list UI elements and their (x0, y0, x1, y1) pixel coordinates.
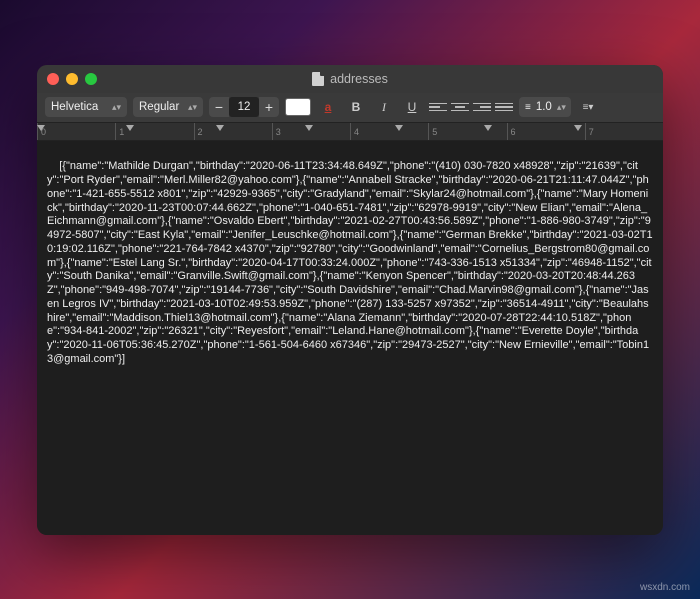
tab-marker[interactable] (395, 125, 403, 131)
ruler-number: 5 (432, 127, 437, 137)
list-style-button[interactable]: ≡▾ (577, 97, 599, 117)
align-left-button[interactable] (429, 100, 447, 114)
tab-marker[interactable] (37, 125, 45, 131)
ruler-tick: 7 (585, 123, 663, 140)
font-size-stepper: − 12 + (209, 97, 279, 117)
alignment-group (429, 100, 513, 114)
tab-marker[interactable] (574, 125, 582, 131)
text-color-button[interactable]: a (317, 97, 339, 117)
italic-button[interactable]: I (373, 97, 395, 117)
font-family-dropdown[interactable]: Helvetica ▴▾ (45, 97, 127, 117)
tab-marker[interactable] (216, 125, 224, 131)
text-color-well[interactable] (285, 98, 311, 116)
ruler[interactable]: 01 2 3 4 5 6 7 (37, 123, 663, 141)
ruler-number: 4 (354, 127, 359, 137)
ruler-tick: 5 (428, 123, 506, 140)
ruler-number: 3 (276, 127, 281, 137)
align-justify-button[interactable] (495, 100, 513, 114)
window-title-text: addresses (330, 72, 388, 86)
line-spacing-value: 1.0 (536, 101, 552, 113)
font-size-increase-button[interactable]: + (259, 97, 279, 117)
window-title: addresses (37, 72, 663, 86)
traffic-lights (47, 73, 97, 85)
close-button[interactable] (47, 73, 59, 85)
chevron-updown-icon: ▴▾ (557, 104, 566, 110)
ruler-number: 2 (198, 127, 203, 137)
format-toolbar: Helvetica ▴▾ Regular ▴▾ − 12 + a B I U ≡… (37, 93, 663, 123)
chevron-updown-icon: ▴▾ (188, 104, 197, 110)
bold-button[interactable]: B (345, 97, 367, 117)
ruler-tick: 0 (37, 123, 115, 140)
minimize-button[interactable] (66, 73, 78, 85)
textedit-window: addresses Helvetica ▴▾ Regular ▴▾ − 12 +… (37, 65, 663, 535)
line-spacing-icon: ≡ (525, 102, 531, 113)
ruler-number: 6 (511, 127, 516, 137)
font-weight-dropdown[interactable]: Regular ▴▾ (133, 97, 203, 117)
underline-button[interactable]: U (401, 97, 423, 117)
font-size-decrease-button[interactable]: − (209, 97, 229, 117)
ruler-number: 1 (119, 127, 124, 137)
watermark-text: wsxdn.com (640, 582, 690, 593)
ruler-tick: 4 (350, 123, 428, 140)
font-size-value[interactable]: 12 (229, 97, 259, 117)
font-family-value: Helvetica (51, 101, 98, 113)
titlebar[interactable]: addresses (37, 65, 663, 93)
tab-marker[interactable] (305, 125, 313, 131)
document-icon (312, 72, 324, 86)
ruler-tick: 2 (194, 123, 272, 140)
chevron-updown-icon: ▴▾ (112, 104, 121, 110)
tab-marker[interactable] (484, 125, 492, 131)
font-weight-value: Regular (139, 101, 179, 113)
ruler-number: 7 (589, 127, 594, 137)
align-center-button[interactable] (451, 100, 469, 114)
tab-marker[interactable] (126, 125, 134, 131)
align-right-button[interactable] (473, 100, 491, 114)
line-spacing-dropdown[interactable]: ≡ 1.0 ▴▾ (519, 97, 571, 117)
document-text-area[interactable]: [{"name":"Mathilde Durgan","birthday":"2… (37, 141, 663, 535)
maximize-button[interactable] (85, 73, 97, 85)
document-text: [{"name":"Mathilde Durgan","birthday":"2… (47, 160, 653, 365)
